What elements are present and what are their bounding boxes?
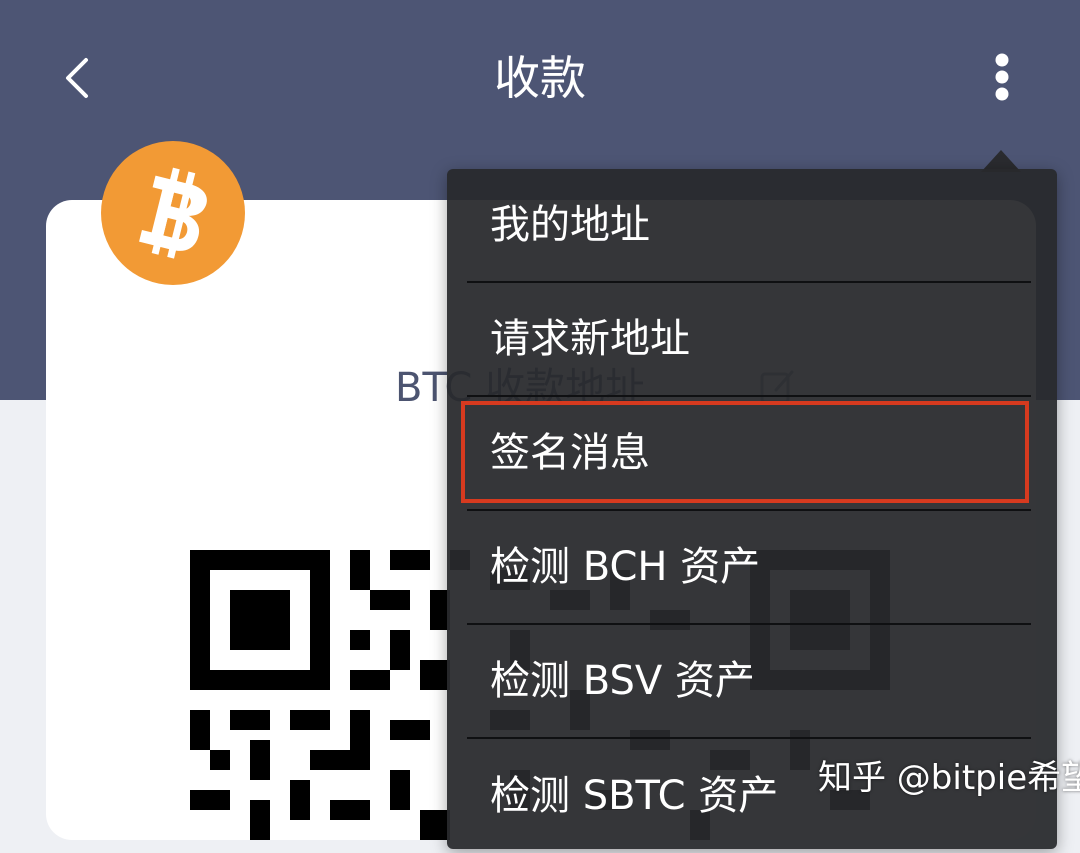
menu-item-check-bsv[interactable]: 检测 BSV 资产 <box>467 625 1031 739</box>
menu-item-label: 我的地址 <box>490 202 650 248</box>
menu-item-sign-message[interactable]: 签名消息 <box>467 397 1031 511</box>
menu-item-label: 检测 SBTC 资产 <box>490 773 779 819</box>
bitcoin-badge <box>101 141 245 285</box>
bitcoin-icon <box>139 167 207 259</box>
watermark: 知乎 @bitpie希望 <box>818 758 1080 798</box>
page-title: 收款 <box>494 51 586 105</box>
more-options-button[interactable] <box>982 50 1022 106</box>
menu-item-label: 签名消息 <box>490 430 650 476</box>
menu-item-label: 检测 BSV 资产 <box>490 658 755 704</box>
menu-item-request-new-address[interactable]: 请求新地址 <box>467 283 1031 397</box>
more-vertical-icon <box>995 53 1009 101</box>
menu-item-label: 检测 BCH 资产 <box>490 544 761 590</box>
menu-item-check-bch[interactable]: 检测 BCH 资产 <box>467 511 1031 625</box>
menu-item-label: 请求新地址 <box>490 316 690 362</box>
options-menu: 我的地址 请求新地址 签名消息 检测 BCH 资产 检测 BSV 资产 检测 S… <box>447 169 1057 849</box>
menu-item-my-address[interactable]: 我的地址 <box>467 169 1031 283</box>
